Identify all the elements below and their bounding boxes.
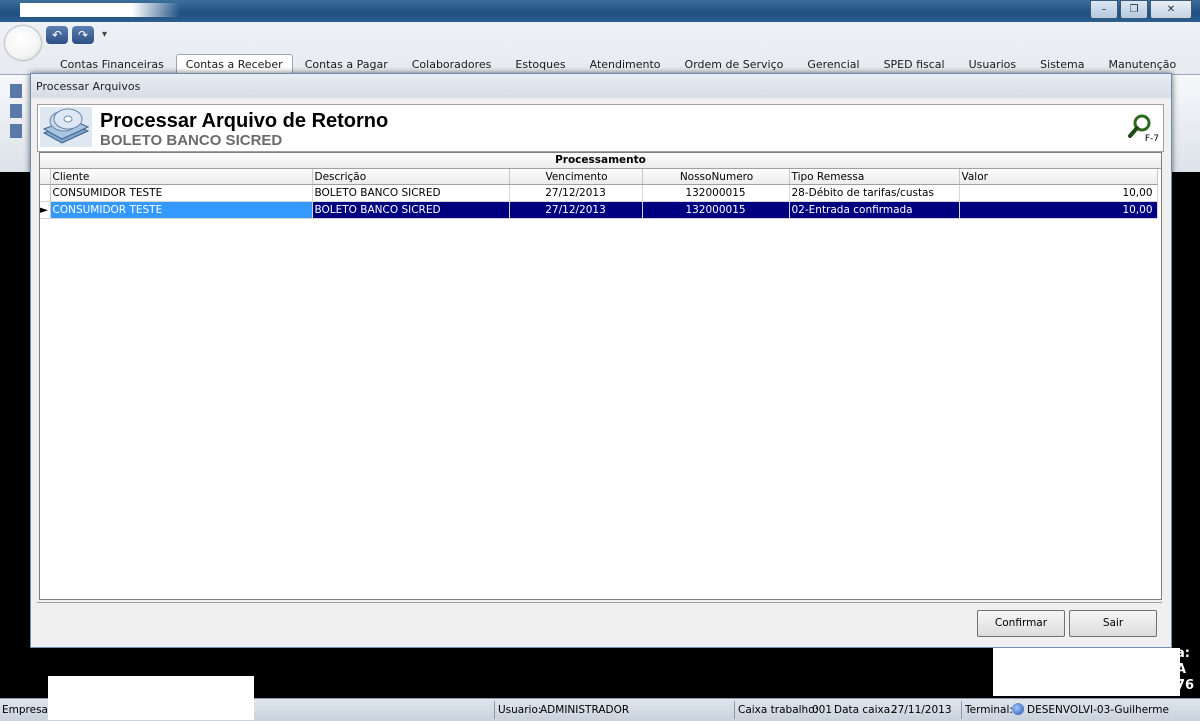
redo-icon[interactable]: ↷ [72, 26, 94, 44]
cell-tipo-remessa[interactable]: 02-Entrada confirmada [789, 201, 960, 219]
column-header-valor[interactable]: Valor [959, 169, 1158, 185]
terminal-label: Terminal: [965, 704, 1013, 716]
close-button[interactable]: ✕ [1150, 0, 1192, 19]
window-title-bar: – ❐ ✕ [0, 0, 1200, 22]
document-icon[interactable] [10, 104, 22, 118]
cell-tipo-remessa[interactable]: 28-Débito de tarifas/custas [789, 184, 960, 202]
window-controls: – ❐ ✕ [1088, 0, 1192, 19]
table-row[interactable]: CONSUMIDOR TESTE BOLETO BANCO SICRED 27/… [40, 184, 1158, 202]
dialog-subtitle: BOLETO BANCO SICRED [100, 132, 283, 149]
tab-contas-financeiras[interactable]: Contas Financeiras [48, 54, 176, 74]
processar-arquivos-dialog: Processar Arquivos Processar Arquivo de … [30, 73, 1172, 648]
title-redacted [20, 3, 180, 17]
background-panel-text: a: A 76 [1176, 646, 1194, 694]
cell-valor[interactable]: 10,00 [959, 201, 1158, 219]
confirmar-button[interactable]: Confirmar [977, 610, 1065, 637]
dialog-title: Processar Arquivo de Retorno [100, 110, 389, 132]
footer-divider [37, 602, 1162, 603]
table-row-selected[interactable]: ► CONSUMIDOR TESTE BOLETO BANCO SICRED 2… [40, 201, 1158, 219]
tab-usuarios[interactable]: Usuarios [957, 54, 1029, 74]
dialog-caption-text: Processar Arquivos [36, 80, 141, 93]
status-separator [494, 701, 495, 719]
background-text-line: 76 [1176, 678, 1195, 693]
minimize-button[interactable]: – [1090, 0, 1118, 19]
chart-icon[interactable] [10, 124, 22, 138]
row-indicator [40, 184, 51, 202]
tab-colaboradores[interactable]: Colaboradores [400, 54, 504, 74]
customize-qat-icon[interactable]: ▾ [98, 26, 107, 44]
redacted-area [48, 676, 254, 720]
tab-sistema[interactable]: Sistema [1028, 54, 1096, 74]
undo-icon[interactable]: ↶ [46, 26, 68, 44]
usuario-label: Usuario: [498, 704, 542, 716]
cell-cliente[interactable]: CONSUMIDOR TESTE [50, 184, 313, 202]
tab-gerencial[interactable]: Gerencial [795, 54, 871, 74]
dialog-caption: Processar Arquivos [31, 74, 1171, 98]
disk-stack-icon [40, 107, 92, 147]
sair-button[interactable]: Sair [1069, 610, 1157, 637]
tab-estoques[interactable]: Estoques [503, 54, 577, 74]
menu-tabs: Contas Financeiras Contas a Receber Cont… [48, 54, 1188, 74]
column-header-descricao[interactable]: Descrição [312, 169, 510, 185]
tab-ordem-de-servico[interactable]: Ordem de Serviço [673, 54, 796, 74]
app-orb-button[interactable] [5, 26, 41, 60]
cell-vencimento[interactable]: 27/12/2013 [509, 184, 643, 202]
document-icon[interactable] [10, 84, 22, 98]
status-separator [734, 701, 735, 719]
ribbon-left-icons [10, 84, 22, 138]
terminal-field: DESENVOLVI-03-Guilherme [1012, 699, 1169, 721]
tab-manutencao[interactable]: Manutenção [1096, 54, 1188, 74]
caixa-value: 001 [812, 704, 833, 716]
column-header-vencimento[interactable]: Vencimento [509, 169, 643, 185]
status-separator [961, 701, 962, 719]
background-text-line: a: [1176, 646, 1190, 661]
cell-nossonumero[interactable]: 132000015 [642, 201, 790, 219]
empresa-label: Empresa: [2, 704, 52, 716]
row-indicator-header [40, 169, 51, 185]
redacted-area [993, 648, 1180, 696]
restore-button[interactable]: ❐ [1120, 0, 1148, 19]
caixa-label: Caixa trabalho: [738, 704, 819, 716]
data-caixa-value: 27/11/2013 [891, 704, 952, 716]
background-text-line: A [1176, 662, 1187, 677]
row-indicator-arrow-icon: ► [40, 201, 51, 219]
cell-vencimento[interactable]: 27/12/2013 [509, 201, 643, 219]
cell-descricao[interactable]: BOLETO BANCO SICRED [312, 184, 510, 202]
tab-sped-fiscal[interactable]: SPED fiscal [872, 54, 957, 74]
dialog-header-panel: Processar Arquivo de Retorno BOLETO BANC… [37, 104, 1164, 152]
data-caixa-label: Data caixa.: [834, 704, 898, 716]
column-header-cliente[interactable]: Cliente [50, 169, 313, 185]
usuario-value: ADMINISTRADOR [540, 704, 630, 716]
cell-nossonumero[interactable]: 132000015 [642, 184, 790, 202]
grid-table: Cliente Descrição Vencimento NossoNumero… [40, 169, 1158, 219]
grid-group-header: Processamento [40, 153, 1161, 169]
tab-contas-a-pagar[interactable]: Contas a Pagar [293, 54, 400, 74]
cell-cliente[interactable]: CONSUMIDOR TESTE [50, 201, 313, 219]
cell-descricao[interactable]: BOLETO BANCO SICRED [312, 201, 510, 219]
tab-contas-a-receber[interactable]: Contas a Receber [175, 54, 293, 73]
tab-atendimento[interactable]: Atendimento [578, 54, 673, 74]
quick-access-toolbar: ↶ ↷ ▾ [46, 26, 107, 44]
terminal-value: DESENVOLVI-03-Guilherme [1027, 704, 1169, 716]
search-button[interactable]: F-7 [1127, 113, 1159, 144]
terminal-icon [1012, 703, 1024, 715]
column-header-nossonumero[interactable]: NossoNumero [642, 169, 790, 185]
column-header-tipo-remessa[interactable]: Tipo Remessa [789, 169, 960, 185]
search-shortcut-label: F-7 [1144, 134, 1159, 144]
cell-valor[interactable]: 10,00 [959, 184, 1158, 202]
grid-header-row: Cliente Descrição Vencimento NossoNumero… [40, 169, 1158, 185]
processamento-grid[interactable]: Processamento Cliente Descrição Vencimen… [39, 152, 1162, 600]
